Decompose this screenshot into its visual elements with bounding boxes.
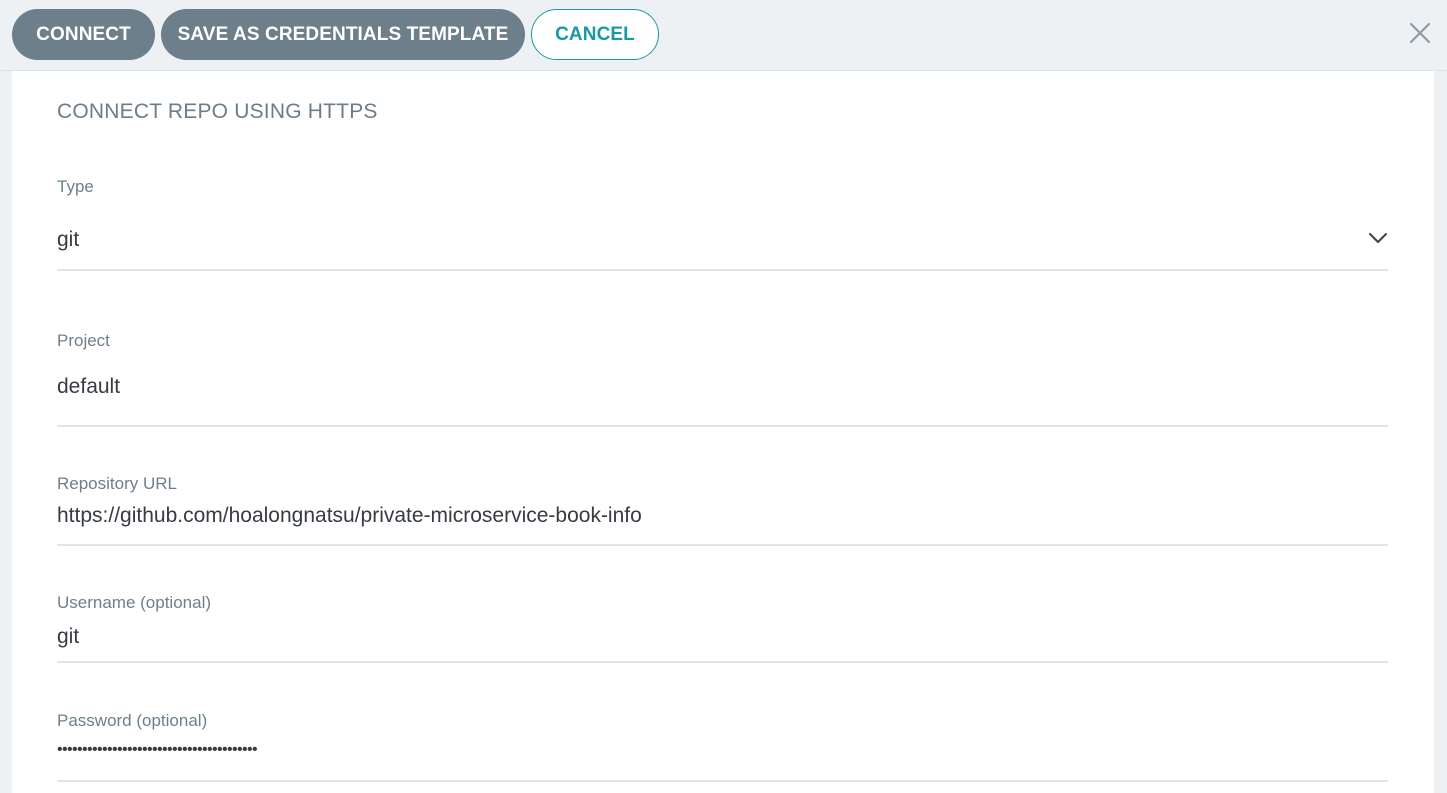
cancel-button[interactable]: CANCEL [531,9,659,60]
type-label: Type [57,177,94,196]
chevron-down-icon[interactable] [1368,231,1388,245]
password-value[interactable]: •••••••••••••••••••••••••••••••••••••••• [57,741,258,759]
project-underline [57,425,1388,427]
username-field[interactable]: Username (optional) git [57,593,1388,665]
username-underline [57,661,1388,663]
project-field[interactable]: Project default [57,331,1388,428]
close-icon[interactable] [1407,20,1433,46]
repository-url-field[interactable]: Repository URL https://github.com/hoalon… [57,474,1388,548]
repository-url-value[interactable]: https://github.com/hoalongnatsu/private-… [57,504,642,528]
password-field[interactable]: Password (optional) ••••••••••••••••••••… [57,711,1388,785]
password-underline [57,780,1388,782]
connect-repo-panel: CONNECT REPO USING HTTPS Type git Projec… [12,71,1434,793]
save-as-credentials-template-button[interactable]: SAVE AS CREDENTIALS TEMPLATE [161,9,525,60]
username-label: Username (optional) [57,593,212,612]
connect-button[interactable]: CONNECT [12,9,155,60]
type-value: git [57,228,80,251]
type-select[interactable]: Type git [57,177,1388,272]
form-heading: CONNECT REPO USING HTTPS [57,100,378,123]
repository-url-underline [57,544,1388,546]
username-value[interactable]: git [57,625,79,649]
type-underline [57,269,1388,271]
password-label: Password (optional) [57,711,208,730]
project-value[interactable]: default [57,375,120,399]
toolbar: CONNECT SAVE AS CREDENTIALS TEMPLATE CAN… [0,0,1447,71]
repository-url-label: Repository URL [57,474,177,493]
project-label: Project [57,331,110,350]
